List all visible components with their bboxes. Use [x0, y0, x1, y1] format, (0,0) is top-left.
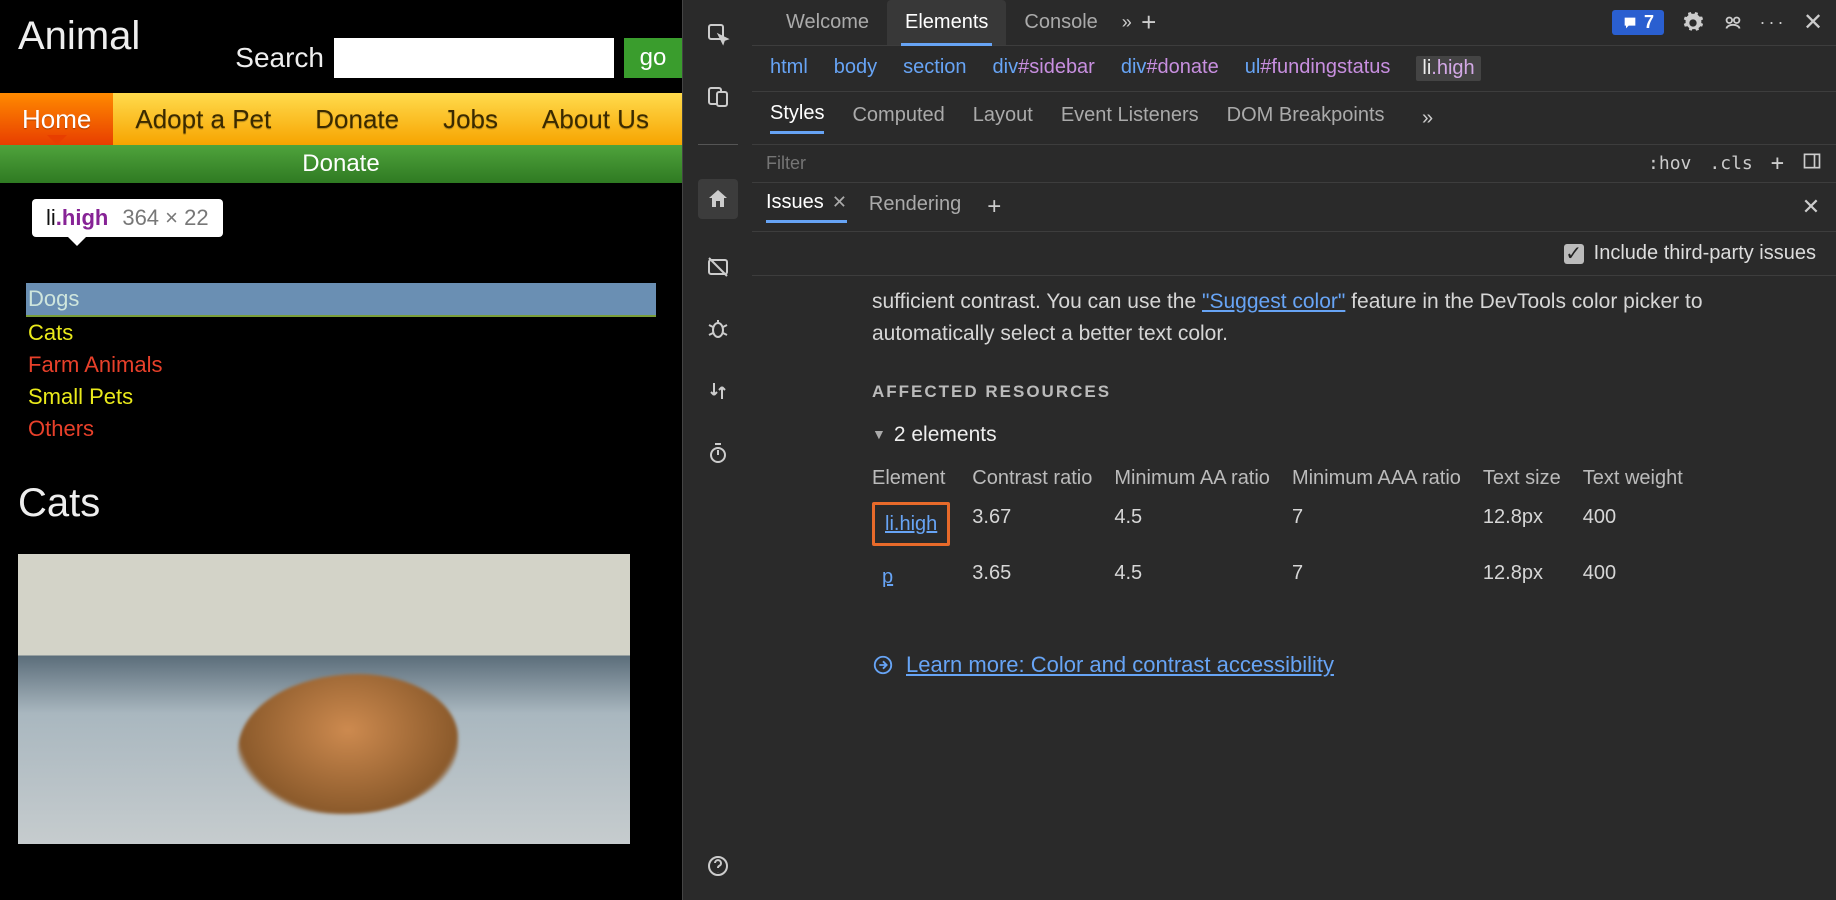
- new-style-icon[interactable]: +: [1771, 151, 1784, 176]
- add-tab-icon[interactable]: +: [1138, 12, 1160, 34]
- breadcrumb[interactable]: div#donate: [1121, 56, 1219, 81]
- list-item[interactable]: Small Pets: [26, 381, 656, 413]
- subtab-eventlisteners[interactable]: Event Listeners: [1061, 104, 1199, 133]
- section-heading: Cats: [18, 481, 664, 526]
- suggest-color-link[interactable]: "Suggest color": [1202, 290, 1345, 313]
- nav-jobs[interactable]: Jobs: [421, 93, 520, 145]
- cat-photo: [18, 554, 630, 844]
- col-element: Element: [872, 460, 972, 496]
- hov-toggle[interactable]: :hov: [1648, 153, 1691, 174]
- drawer-tabs: Issues ✕ Rendering + ✕: [752, 183, 1836, 232]
- donate-bar[interactable]: Donate: [0, 145, 682, 183]
- toggle-sidebar-icon[interactable]: [1802, 151, 1822, 176]
- issues-count-badge[interactable]: 7: [1612, 10, 1664, 35]
- breadcrumb[interactable]: body: [834, 56, 877, 81]
- search-label: Search: [235, 42, 324, 74]
- nav-donate[interactable]: Donate: [293, 93, 421, 145]
- nav-home[interactable]: Home: [0, 93, 113, 145]
- home-icon[interactable]: [698, 179, 738, 219]
- elements-count-toggle[interactable]: ▼ 2 elements: [872, 419, 1812, 451]
- tooltip-selector: li.high: [46, 205, 108, 231]
- subtab-layout[interactable]: Layout: [973, 104, 1033, 133]
- breadcrumb[interactable]: ul#fundingstatus: [1245, 56, 1391, 81]
- search-go-button[interactable]: go: [624, 38, 682, 78]
- device-icon[interactable]: [704, 82, 732, 110]
- element-hover-tooltip: li.high 364 × 22: [32, 199, 223, 237]
- breadcrumb[interactable]: html: [770, 56, 808, 81]
- devtools-panel: Welcome Elements Console » + 7 ··· ✕ htm…: [752, 0, 1836, 900]
- inspect-icon[interactable]: [704, 20, 732, 48]
- image-off-icon[interactable]: [704, 253, 732, 281]
- include-thirdparty-label: Include third-party issues: [1594, 242, 1816, 265]
- col-size: Text size: [1483, 460, 1583, 496]
- disclosure-triangle-icon: ▼: [872, 424, 886, 445]
- list-item[interactable]: Farm Animals: [26, 349, 656, 381]
- tooltip-dimensions: 364 × 22: [122, 205, 208, 231]
- help-icon[interactable]: [704, 852, 732, 880]
- more-tabs-icon[interactable]: »: [1116, 12, 1138, 34]
- include-thirdparty-row: ✓ Include third-party issues: [752, 232, 1836, 276]
- col-contrast: Contrast ratio: [972, 460, 1114, 496]
- styles-subtabs: Styles Computed Layout Event Listeners D…: [752, 92, 1836, 145]
- breadcrumb[interactable]: section: [903, 56, 966, 81]
- funding-status-list: Dogs Cats Farm Animals Small Pets Others: [26, 283, 656, 445]
- more-subtabs-icon[interactable]: »: [1417, 107, 1439, 129]
- add-drawer-tab-icon[interactable]: +: [983, 196, 1005, 218]
- tab-console[interactable]: Console: [1006, 0, 1115, 45]
- list-item[interactable]: Dogs: [26, 283, 656, 317]
- close-icon[interactable]: ✕: [1802, 12, 1824, 34]
- issue-paragraph: sufficient contrast. You can use the "Su…: [872, 286, 1812, 349]
- element-link[interactable]: li.high: [885, 513, 937, 535]
- more-icon[interactable]: ···: [1762, 12, 1784, 34]
- col-aaa: Minimum AAA ratio: [1292, 460, 1483, 496]
- issue-detail: sufficient contrast. You can use the "Su…: [752, 276, 1836, 900]
- page-preview: Animal Search go Home Adopt a Pet Donate…: [0, 0, 682, 900]
- subtab-dombreakpoints[interactable]: DOM Breakpoints: [1227, 104, 1385, 133]
- element-link[interactable]: p: [882, 566, 893, 588]
- drawer-tab-issues[interactable]: Issues ✕: [766, 191, 847, 223]
- cls-toggle[interactable]: .cls: [1709, 153, 1752, 174]
- gear-icon[interactable]: [1682, 12, 1704, 34]
- include-thirdparty-checkbox[interactable]: ✓: [1564, 244, 1584, 264]
- search-row: Search go: [235, 38, 682, 78]
- transfer-icon[interactable]: [704, 377, 732, 405]
- main-nav: Home Adopt a Pet Donate Jobs About Us: [0, 93, 682, 145]
- affected-resources-heading: AFFECTED RESOURCES: [872, 379, 1812, 405]
- devtools-side-strip: [682, 0, 752, 900]
- bug-icon[interactable]: [704, 315, 732, 343]
- table-row: li.high 3.67 4.5 7 12.8px 400: [872, 496, 1705, 552]
- timer-icon[interactable]: [704, 439, 732, 467]
- list-item[interactable]: Others: [26, 413, 656, 445]
- feedback-icon[interactable]: [1722, 12, 1744, 34]
- styles-filter-row: :hov .cls +: [752, 145, 1836, 183]
- col-aa: Minimum AA ratio: [1114, 460, 1292, 496]
- nav-about[interactable]: About Us: [520, 93, 671, 145]
- breadcrumb[interactable]: div#sidebar: [993, 56, 1095, 81]
- col-weight: Text weight: [1583, 460, 1705, 496]
- learn-more-link[interactable]: Learn more: Color and contrast accessibi…: [872, 648, 1812, 681]
- styles-filter-input[interactable]: [766, 153, 1648, 174]
- search-input[interactable]: [334, 38, 614, 78]
- breadcrumb[interactable]: li.high: [1416, 56, 1480, 81]
- list-item[interactable]: Cats: [26, 317, 656, 349]
- tab-elements[interactable]: Elements: [887, 0, 1006, 45]
- drawer-tab-rendering[interactable]: Rendering: [869, 193, 961, 222]
- close-tab-icon[interactable]: ✕: [832, 192, 847, 213]
- close-drawer-icon[interactable]: ✕: [1800, 196, 1822, 218]
- dom-breadcrumbs: html body section div#sidebar div#donate…: [752, 46, 1836, 92]
- tab-welcome[interactable]: Welcome: [768, 0, 887, 45]
- nav-adopt[interactable]: Adopt a Pet: [113, 93, 293, 145]
- subtab-styles[interactable]: Styles: [770, 102, 824, 134]
- devtools-top-tabs: Welcome Elements Console » + 7 ··· ✕: [752, 0, 1836, 46]
- table-row: p 3.65 4.5 7 12.8px 400: [872, 552, 1705, 602]
- subtab-computed[interactable]: Computed: [852, 104, 944, 133]
- affected-elements-table: Element Contrast ratio Minimum AA ratio …: [872, 460, 1705, 602]
